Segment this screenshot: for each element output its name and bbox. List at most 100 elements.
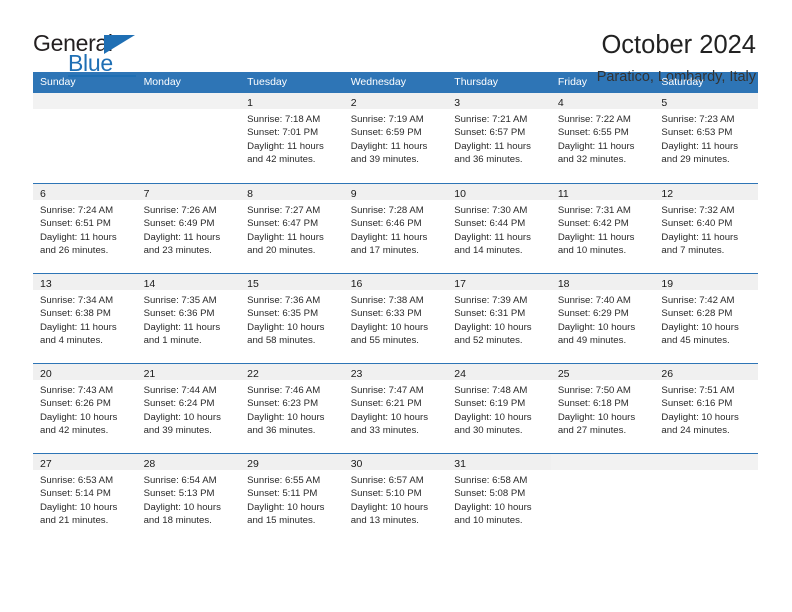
day-number-band: 19 <box>654 274 758 290</box>
calendar-cell-day-18[interactable]: 18 Sunrise: 7:40 AM Sunset: 6:29 PM Dayligh… <box>550 274 655 363</box>
daylight-duration-line1: Daylight: 10 hours <box>247 501 325 513</box>
calendar-cell-day-12[interactable]: 12 Sunrise: 7:32 AM Sunset: 6:40 PM Dayligh… <box>654 184 758 273</box>
calendar-cell-day-27[interactable]: 27 Sunrise: 6:53 AM Sunset: 5:14 PM Dayligh… <box>33 454 137 543</box>
day-number-band: 17 <box>447 274 551 290</box>
daylight-duration-line2: and 42 minutes. <box>247 154 316 166</box>
daylight-duration-line2: and 18 minutes. <box>143 515 212 527</box>
sunset-time: Sunset: 6:33 PM <box>350 308 422 320</box>
daylight-duration-line2: and 7 minutes. <box>661 245 725 257</box>
day-details: Sunrise: 7:35 AM Sunset: 6:36 PM Daylight:… <box>137 290 241 348</box>
daylight-duration-line1: Daylight: 10 hours <box>143 411 221 423</box>
calendar-cell-day-14[interactable]: 14 Sunrise: 7:35 AM Sunset: 6:36 PM Dayligh… <box>136 274 241 363</box>
day-number-band: 2 <box>343 93 448 109</box>
day-number: 13 <box>40 278 52 290</box>
calendar-cell-day-19[interactable]: 19 Sunrise: 7:42 AM Sunset: 6:28 PM Dayligh… <box>654 274 758 363</box>
sunrise-time: Sunrise: 6:58 AM <box>454 475 528 486</box>
day-number-band: 21 <box>136 364 241 380</box>
calendar-cell-day-10[interactable]: 10 Sunrise: 7:30 AM Sunset: 6:44 PM Dayligh… <box>447 184 551 273</box>
sunrise-time: Sunrise: 6:54 AM <box>143 475 217 486</box>
day-details: Sunrise: 7:47 AM Sunset: 6:21 PM Daylight:… <box>344 380 448 438</box>
sunrise-time: Sunrise: 7:38 AM <box>350 295 424 306</box>
calendar-cell-day-30[interactable]: 30 Sunrise: 6:57 AM Sunset: 5:10 PM Dayligh… <box>343 454 448 543</box>
daylight-duration-line2: and 10 minutes. <box>454 515 523 527</box>
daylight-duration-line2: and 39 minutes. <box>143 425 212 437</box>
daylight-duration-line1: Daylight: 10 hours <box>40 501 118 513</box>
calendar-cell-day-7[interactable]: 7 Sunrise: 7:26 AM Sunset: 6:49 PM Daylight… <box>136 184 241 273</box>
calendar-cell-day-25[interactable]: 25 Sunrise: 7:50 AM Sunset: 6:18 PM Dayligh… <box>550 364 655 453</box>
calendar-cell-day-29[interactable]: 29 Sunrise: 6:55 AM Sunset: 5:11 PM Dayligh… <box>240 454 344 543</box>
day-header-monday: Monday <box>143 76 181 88</box>
calendar-cell-day-28[interactable]: 28 Sunrise: 6:54 AM Sunset: 5:13 PM Dayligh… <box>136 454 241 543</box>
day-number-band: 5 <box>654 93 758 109</box>
calendar-cell-day-4[interactable]: 4 Sunrise: 7:22 AM Sunset: 6:55 PM Daylight… <box>550 93 655 183</box>
calendar-cell-day-9[interactable]: 9 Sunrise: 7:28 AM Sunset: 6:46 PM Daylight… <box>343 184 448 273</box>
sunrise-time: Sunrise: 7:51 AM <box>661 385 735 396</box>
sunset-time: Sunset: 6:51 PM <box>40 218 111 230</box>
daylight-duration-line1: Daylight: 10 hours <box>454 411 532 423</box>
day-number-band: 30 <box>343 454 448 470</box>
sunset-time: Sunset: 5:11 PM <box>247 488 318 500</box>
sunset-time: Sunset: 6:35 PM <box>247 308 319 320</box>
calendar-cell-day-22[interactable]: 22 Sunrise: 7:46 AM Sunset: 6:23 PM Dayligh… <box>240 364 344 453</box>
day-number-band: 13 <box>33 274 137 290</box>
daylight-duration-line1: Daylight: 11 hours <box>40 321 117 333</box>
calendar-cell-day-26[interactable]: 26 Sunrise: 7:51 AM Sunset: 6:16 PM Dayligh… <box>654 364 758 453</box>
sunrise-time: Sunrise: 7:43 AM <box>40 385 114 396</box>
calendar-cell-day-2[interactable]: 2 Sunrise: 7:19 AM Sunset: 6:59 PM Daylight… <box>343 93 448 183</box>
day-number-band <box>136 93 241 109</box>
calendar-cell-day-21[interactable]: 21 Sunrise: 7:44 AM Sunset: 6:24 PM Dayligh… <box>136 364 241 453</box>
calendar-cell-day-1[interactable]: 1 Sunrise: 7:18 AM Sunset: 7:01 PM Daylight… <box>240 93 344 183</box>
daylight-duration-line1: Daylight: 10 hours <box>661 411 739 423</box>
day-number-band: 12 <box>654 184 758 200</box>
sunset-time: Sunset: 6:40 PM <box>661 218 733 230</box>
day-header-saturday: Saturday <box>661 76 704 88</box>
daylight-duration-line2: and 58 minutes. <box>247 335 316 347</box>
sunrise-time: Sunrise: 7:19 AM <box>350 114 424 125</box>
daylight-duration-line1: Daylight: 11 hours <box>143 321 221 333</box>
daylight-duration-line2: and 17 minutes. <box>350 245 419 257</box>
calendar-cell-day-11[interactable]: 11 Sunrise: 7:31 AM Sunset: 6:42 PM Dayligh… <box>550 184 655 273</box>
calendar-cell-day-5[interactable]: 5 Sunrise: 7:23 AM Sunset: 6:53 PM Daylight… <box>654 93 758 183</box>
daylight-duration-line1: Daylight: 10 hours <box>557 411 636 423</box>
day-details: Sunrise: 7:28 AM Sunset: 6:46 PM Daylight:… <box>344 200 448 258</box>
day-number: 6 <box>40 188 46 200</box>
day-number: 9 <box>350 188 357 200</box>
day-number-band: 18 <box>550 274 655 290</box>
day-number: 15 <box>247 278 259 290</box>
day-header-tuesday: Tuesday <box>247 76 288 88</box>
day-details: Sunrise: 7:18 AM Sunset: 7:01 PM Daylight:… <box>240 109 344 167</box>
sunset-time: Sunset: 5:14 PM <box>40 488 111 500</box>
day-number-band <box>550 454 655 470</box>
calendar-cell-day-16[interactable]: 16 Sunrise: 7:38 AM Sunset: 6:33 PM Dayligh… <box>343 274 448 363</box>
day-details: Sunrise: 7:40 AM Sunset: 6:29 PM Daylight:… <box>551 290 655 348</box>
calendar-cell-day-6[interactable]: 6 Sunrise: 7:24 AM Sunset: 6:51 PM Daylight… <box>33 184 137 273</box>
sunrise-time: Sunrise: 7:42 AM <box>661 295 735 306</box>
calendar-cell-empty <box>654 454 758 543</box>
calendar-cell-day-24[interactable]: 24 Sunrise: 7:48 AM Sunset: 6:19 PM Dayligh… <box>447 364 551 453</box>
calendar-cell-day-17[interactable]: 17 Sunrise: 7:39 AM Sunset: 6:31 PM Dayligh… <box>447 274 551 363</box>
day-number-band: 7 <box>136 184 241 200</box>
calendar-cell-day-31[interactable]: 31 Sunrise: 6:58 AM Sunset: 5:08 PM Dayligh… <box>447 454 551 543</box>
day-number-band: 15 <box>240 274 344 290</box>
calendar-cell-day-8[interactable]: 8 Sunrise: 7:27 AM Sunset: 6:47 PM Daylight… <box>240 184 344 273</box>
calendar-cell-day-20[interactable]: 20 Sunrise: 7:43 AM Sunset: 6:26 PM Dayligh… <box>33 364 137 453</box>
day-details: Sunrise: 6:55 AM Sunset: 5:11 PM Daylight:… <box>240 470 344 528</box>
day-details: Sunrise: 7:36 AM Sunset: 6:35 PM Daylight:… <box>240 290 344 348</box>
daylight-duration-line1: Daylight: 10 hours <box>40 411 118 423</box>
calendar-cell-day-23[interactable]: 23 Sunrise: 7:47 AM Sunset: 6:21 PM Dayligh… <box>343 364 448 453</box>
daylight-duration-line1: Daylight: 10 hours <box>350 321 429 333</box>
sunrise-time: Sunrise: 7:24 AM <box>40 205 114 216</box>
sunrise-time: Sunrise: 7:22 AM <box>557 114 631 125</box>
calendar-cell-day-13[interactable]: 13 Sunrise: 7:34 AM Sunset: 6:38 PM Dayligh… <box>33 274 137 363</box>
general-blue-logo: General Blue <box>33 30 145 77</box>
sunset-time: Sunset: 6:31 PM <box>454 308 526 320</box>
daylight-duration-line1: Daylight: 11 hours <box>557 140 635 152</box>
day-details: Sunrise: 7:19 AM Sunset: 6:59 PM Daylight:… <box>344 109 448 167</box>
daylight-duration-line1: Daylight: 10 hours <box>350 501 429 513</box>
day-number-band: 23 <box>343 364 448 380</box>
page-title: October 2024 <box>601 31 756 59</box>
calendar-cell-day-15[interactable]: 15 Sunrise: 7:36 AM Sunset: 6:35 PM Dayligh… <box>240 274 344 363</box>
sunset-time: Sunset: 6:49 PM <box>143 218 215 230</box>
calendar-cell-day-3[interactable]: 3 Sunrise: 7:21 AM Sunset: 6:57 PM Daylight… <box>447 93 551 183</box>
calendar-grid: Sunday Monday Tuesday Wednesday Thursday Frid… <box>33 72 758 543</box>
